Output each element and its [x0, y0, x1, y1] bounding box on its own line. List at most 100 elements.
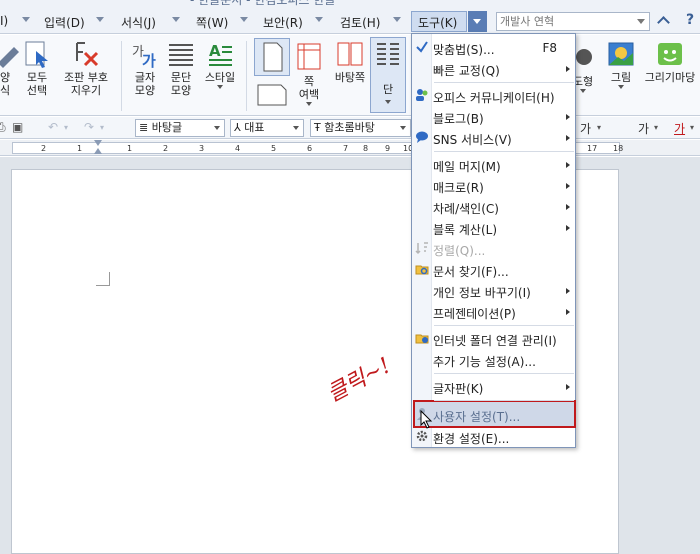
portrait-page-button[interactable]	[254, 38, 290, 76]
internet-folder-icon	[415, 331, 429, 345]
char-shape-button[interactable]: 가가 글자 모양	[126, 37, 164, 97]
shape-icon-area[interactable]	[576, 45, 596, 71]
menu-format[interactable]: 서식(J)	[121, 14, 156, 31]
submenu-arrow-icon	[566, 225, 570, 231]
landscape-page-button[interactable]	[254, 81, 290, 109]
spellcheck-icon	[415, 40, 429, 54]
style-combo[interactable]: ≣ 바탕글	[135, 119, 225, 137]
menu-item-label: 글자판(K)	[433, 382, 484, 396]
preview-icon[interactable]: ▣	[12, 120, 23, 134]
menu-item-label: 메일 머지(M)	[433, 160, 501, 174]
collapse-ribbon-icon[interactable]	[658, 16, 670, 26]
menu-item-blog[interactable]: 블로그(B)	[412, 106, 575, 127]
chevron-down-icon[interactable]: ▾	[597, 123, 601, 132]
menu-item-user-settings[interactable]: 사용자 설정(T)...	[412, 404, 575, 425]
search-box[interactable]	[496, 12, 650, 31]
chevron-down-icon[interactable]	[637, 19, 645, 24]
drawing-gallery-button[interactable]: 그리기마당	[640, 37, 700, 84]
menu-item-presentation[interactable]: 프레젠테이션(P)	[412, 301, 575, 322]
columns-button[interactable]: 단	[370, 37, 406, 113]
chevron-down-icon[interactable]: ▾	[690, 123, 694, 132]
chevron-down-icon	[214, 126, 220, 130]
menu-item-block-calc[interactable]: 블록 계산(L)	[412, 217, 575, 238]
menu-input[interactable]: 입력(D)	[44, 14, 85, 31]
master-page-icon	[335, 39, 365, 69]
menu-item-spellcheck[interactable]: 맞춤법(S)... F8	[412, 37, 575, 58]
ruler-number: 1	[77, 144, 83, 153]
ruler-number: 9	[385, 144, 391, 153]
chevron-down-icon[interactable]: ▾	[64, 123, 68, 132]
search-input[interactable]	[500, 14, 630, 29]
indent-marker[interactable]	[94, 140, 102, 155]
font-size-up-glyph[interactable]: 가	[580, 120, 591, 137]
menu-item-toc-index[interactable]: 차례/색인(C)	[412, 196, 575, 217]
chevron-down-icon	[400, 126, 406, 130]
menu-item-office-communicator[interactable]: 오피스 커뮤니케이터(H)	[412, 85, 575, 106]
chevron-down-icon[interactable]: ▾	[100, 123, 104, 132]
menu-review[interactable]: 검토(H)	[340, 14, 380, 31]
columns-label: 단	[382, 83, 394, 96]
menu-security[interactable]: 보안(R)	[263, 14, 303, 31]
menu-item-sort[interactable]: 정렬(Q)...	[412, 238, 575, 259]
landscape-page-icon	[257, 84, 287, 106]
style-combo-icon: ≣	[139, 121, 149, 134]
menu-item-quick-correct[interactable]: 빠른 교정(Q)	[412, 58, 575, 79]
menu-item-partial[interactable]: I)	[0, 14, 8, 28]
columns-icon	[377, 43, 399, 65]
menu-item-addon-settings[interactable]: 추가 기능 설정(A)...	[412, 349, 575, 370]
menu-item-personal-info[interactable]: 개인 정보 바꾸기(I)	[412, 280, 575, 301]
style-label: 스타일	[204, 71, 236, 84]
para-shape-icon	[166, 39, 196, 69]
page-border-button[interactable]	[294, 41, 324, 71]
print-icon[interactable]: ⎙	[0, 120, 6, 135]
chevron-down-icon	[580, 89, 586, 93]
menu-tools[interactable]: 도구(K)	[411, 11, 467, 32]
menu-item-find-document[interactable]: 문서 찾기(F)...	[412, 259, 575, 280]
char-spacing-glyph[interactable]: 가	[638, 120, 649, 137]
find-doc-icon	[415, 262, 429, 276]
font-combo[interactable]: Ŧ 함초롬바탕	[310, 119, 411, 137]
chevron-down-icon[interactable]: ▾	[654, 123, 658, 132]
clear-markup-button[interactable]: 조판 부호 지우기	[58, 37, 114, 97]
menu-separator	[434, 400, 574, 401]
mouse-cursor-icon	[420, 410, 433, 429]
menu-page[interactable]: 쪽(W)	[196, 14, 228, 31]
menu-item-macro[interactable]: 매크로(R)	[412, 175, 575, 196]
master-page-button[interactable]: 바탕쪽	[330, 37, 370, 84]
help-icon[interactable]: ?	[686, 12, 700, 30]
para-shape-label: 문단 모양	[170, 71, 192, 97]
menu-item-keyboard-layout[interactable]: 글자판(K)	[412, 376, 575, 397]
menu-item-label: 환경 설정(E)...	[433, 432, 510, 446]
communicator-icon	[415, 88, 429, 102]
submenu-arrow-icon	[566, 135, 570, 141]
drawing-gallery-label: 그리기마당	[644, 71, 696, 84]
redo-icon[interactable]: ↷	[84, 120, 94, 134]
picture-button[interactable]: 그림	[604, 37, 638, 89]
para-shape-button[interactable]: 문단 모양	[163, 37, 199, 97]
style-button[interactable]: A 스타일	[200, 37, 240, 89]
ruler-number: 17	[587, 144, 598, 153]
chevron-down-icon	[240, 17, 248, 25]
ruler-number: 2	[163, 144, 169, 153]
ribbon-partial-label: 양 식	[0, 71, 11, 97]
svg-text:A: A	[209, 42, 221, 60]
menu-item-mail-merge[interactable]: 메일 머지(M)	[412, 154, 575, 175]
shape-icon	[576, 49, 592, 65]
menu-item-internet-folder[interactable]: 인터넷 폴더 연결 관리(I)	[412, 328, 575, 349]
format-toolbar: ⎙ ▣ ↶ ▾ ↷ ▾ ≣ 바탕글 ⅄ 대표 Ŧ 함초롬바탕 가 ▾ 가 ▾ 가…	[0, 117, 700, 139]
select-all-button[interactable]: 모두 선택	[18, 37, 56, 97]
ribbon-partial-button[interactable]: 양 식	[0, 37, 19, 97]
menu-item-shortcut: F8	[542, 41, 557, 55]
menu-tools-dropdown-button[interactable]	[468, 11, 487, 32]
menu-item-label: 개인 정보 바꾸기(I)	[433, 286, 531, 300]
chevron-down-icon	[217, 85, 223, 89]
menu-item-preferences[interactable]: 환경 설정(E)...	[412, 426, 575, 447]
ruler-number: 1	[127, 144, 133, 153]
font-color-glyph[interactable]: 가	[674, 120, 685, 137]
page-margin-button[interactable]: 쪽 여백	[290, 75, 328, 106]
margin-corner-mark	[96, 272, 110, 286]
language-combo[interactable]: ⅄ 대표	[230, 119, 304, 137]
undo-icon[interactable]: ↶	[48, 120, 58, 134]
picture-label: 그림	[610, 71, 632, 84]
menu-item-sns[interactable]: SNS 서비스(V)	[412, 127, 575, 148]
